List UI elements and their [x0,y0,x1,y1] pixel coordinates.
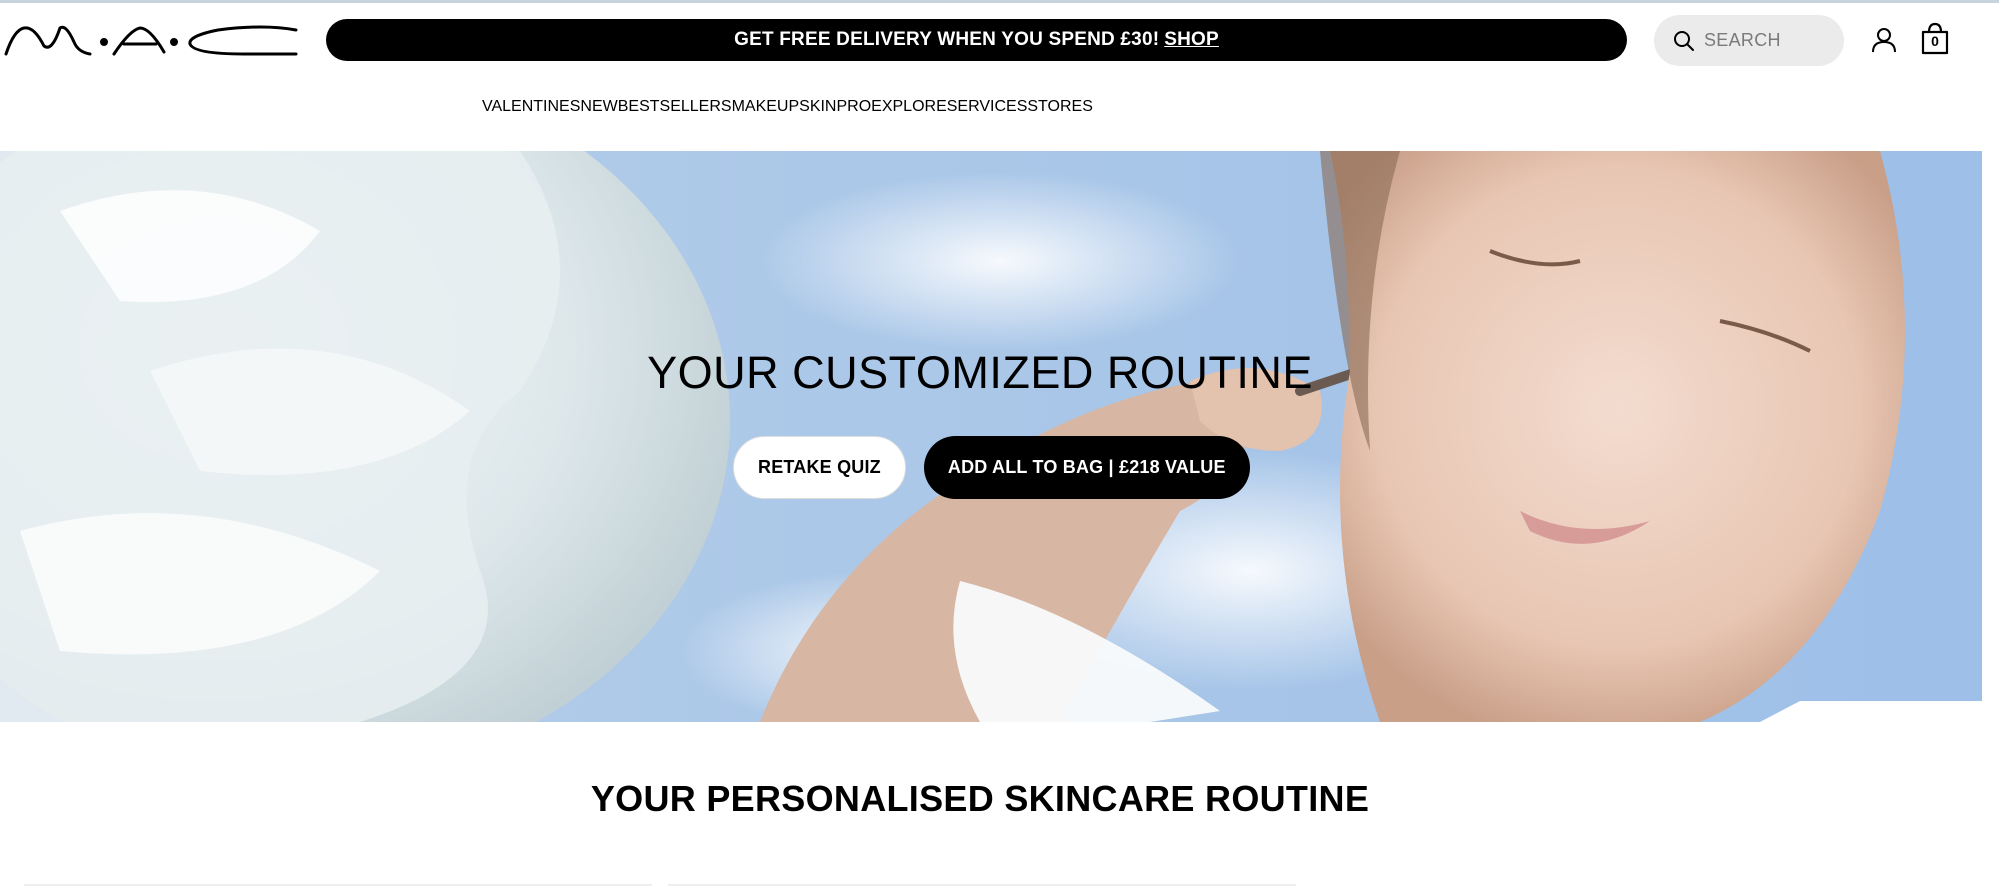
nav-item-explore[interactable]: EXPLORE [871,98,947,116]
nav-item-new[interactable]: NEW [580,98,617,116]
search-icon [1674,30,1694,51]
search-input[interactable] [1704,30,1824,51]
search-box[interactable] [1654,15,1844,66]
retake-quiz-button[interactable]: RETAKE QUIZ [733,436,906,499]
product-card[interactable] [668,884,1296,890]
product-card[interactable] [24,884,652,890]
nav-item-skin[interactable]: SKIN [799,98,836,116]
nav-item-makeup[interactable]: MAKEUP [732,98,800,116]
nav-item-bestsellers[interactable]: BESTSELLERS [618,98,732,116]
add-all-to-bag-button[interactable]: ADD ALL TO BAG | £218 VALUE [923,436,1250,499]
hero-actions: RETAKE QUIZ ADD ALL TO BAG | £218 VALUE [733,436,1250,499]
bag-count: 0 [1931,33,1939,49]
hero-title: YOUR CUSTOMIZED ROUTINE [647,347,1313,398]
promo-text: GET FREE DELIVERY WHEN YOU SPEND £30! [734,29,1160,50]
nav-item-stores[interactable]: STORES [1027,98,1093,116]
nav-item-valentines[interactable]: VALENTINES [482,98,580,116]
main-nav: VALENTINES NEW BESTSELLERS MAKEUP SKIN P… [482,98,1093,116]
top-border [0,0,1999,3]
hero-banner: YOUR CUSTOMIZED ROUTINE RETAKE QUIZ ADD … [0,151,1982,722]
nav-item-services[interactable]: SERVICES [947,98,1028,116]
account-icon[interactable] [1870,26,1898,54]
section-title: YOUR PERSONALISED SKINCARE ROUTINE [590,778,1370,819]
mac-logo[interactable] [4,22,300,58]
promo-banner: GET FREE DELIVERY WHEN YOU SPEND £30! SH… [326,19,1627,61]
nav-item-pro[interactable]: PRO [836,98,871,116]
shop-link[interactable]: SHOP [1164,29,1219,51]
